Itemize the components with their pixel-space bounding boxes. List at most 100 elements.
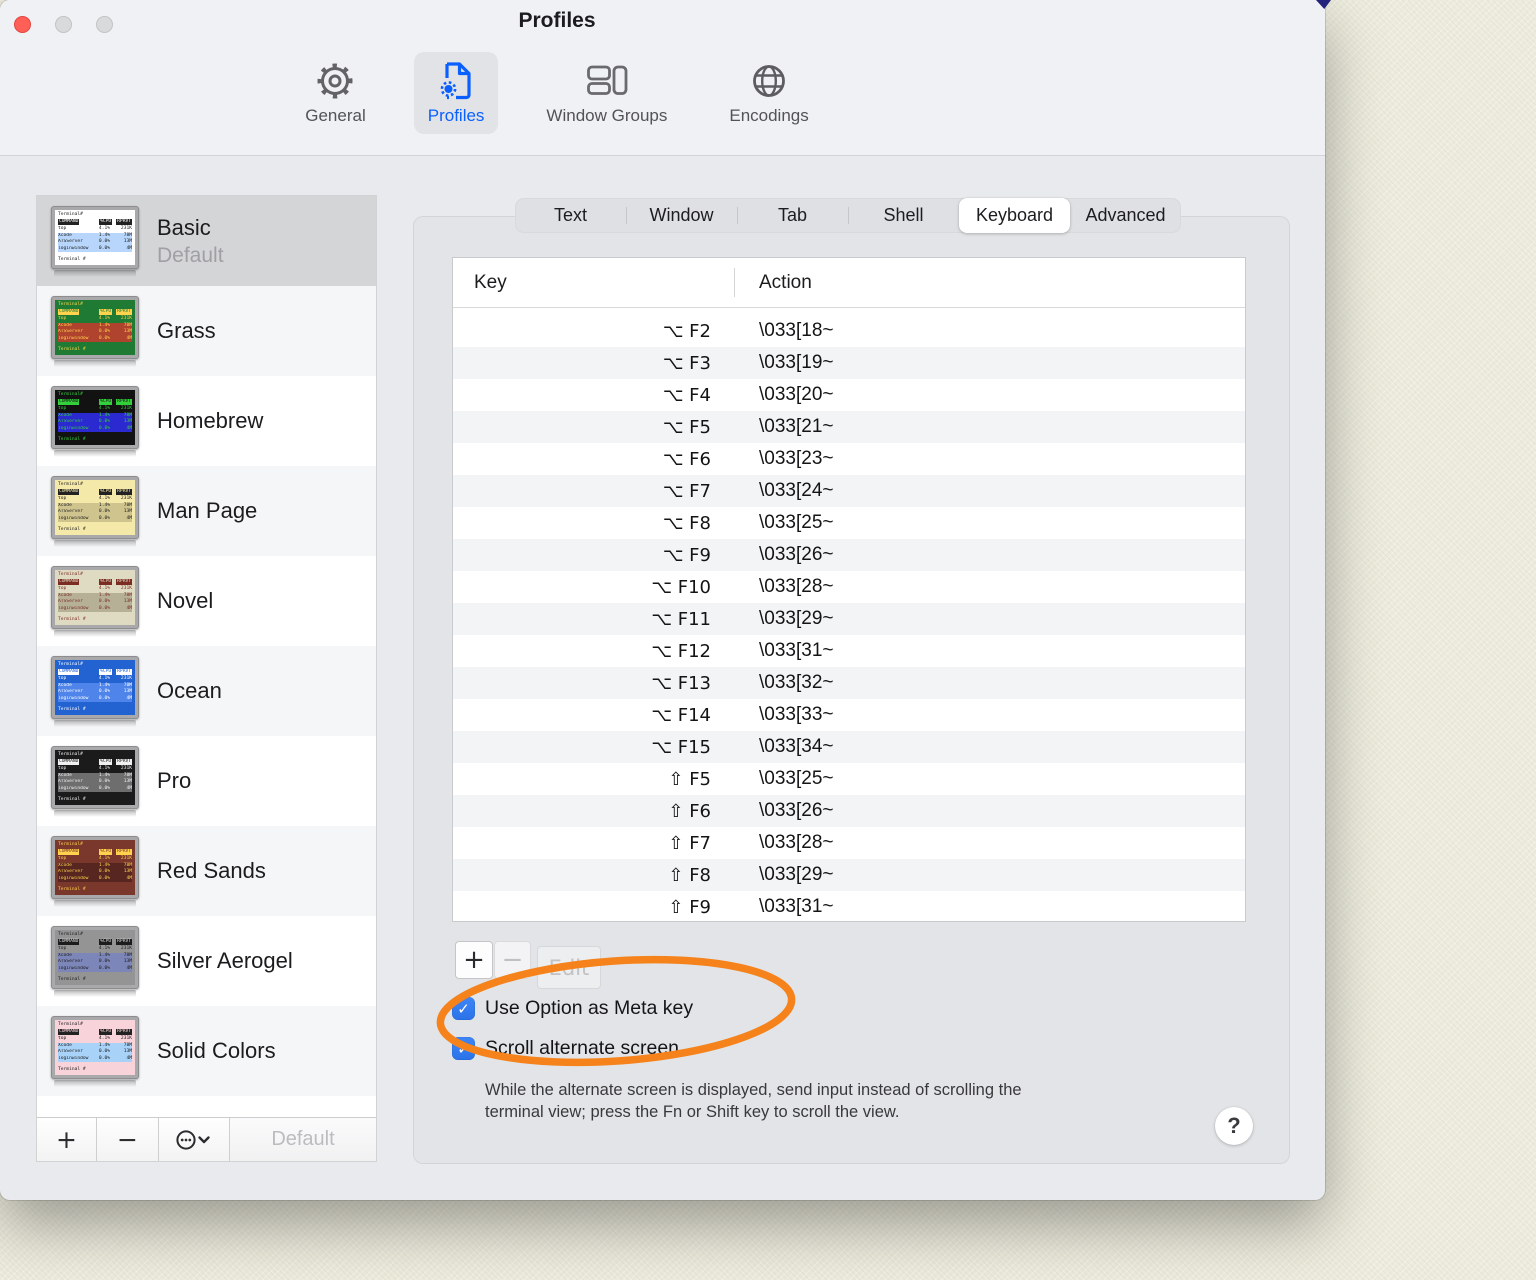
toolbar-item-general[interactable]: General — [291, 52, 379, 134]
toolbar-item-profiles[interactable]: Profiles — [413, 52, 499, 134]
scroll-alternate-screen-checkbox[interactable]: ✓ — [452, 1037, 475, 1060]
table-row[interactable]: ⌥ F3 \033[19~ — [453, 347, 1245, 379]
profile-thumbnail: Terminal# COMMAND %CPU RPRVT top 4.1% 231K… — [49, 925, 141, 997]
table-row[interactable]: ⌥ F13 \033[32~ — [453, 667, 1245, 699]
table-row[interactable]: ⌥ F15 \033[34~ — [453, 731, 1245, 763]
table-row[interactable]: ⌥ F2 \033[18~ — [453, 315, 1245, 347]
profile-name: Red Sands — [157, 858, 266, 883]
add-profile-button[interactable]: + — [37, 1118, 97, 1161]
key-cell: ⌥ F9 — [662, 544, 711, 566]
key-cell: ⌥ F11 — [651, 608, 711, 630]
action-cell: \033[29~ — [759, 864, 834, 885]
tab-advanced[interactable]: Advanced — [1070, 198, 1181, 233]
key-cell: ⌥ F2 — [662, 320, 711, 342]
preferences-window: Profiles General Profiles Window Groups … — [0, 0, 1325, 1200]
help-button[interactable]: ? — [1215, 1107, 1253, 1145]
thumbnail-reflection — [54, 269, 136, 277]
tab-shell[interactable]: Shell — [848, 198, 959, 233]
table-body: ⌥ F2 \033[18~ ⌥ F3 \033[19~ ⌥ F4 \033[20… — [453, 308, 1245, 923]
thumbnail-reflection — [54, 449, 136, 457]
action-cell: \033[23~ — [759, 448, 834, 469]
toolbar-item-window-groups[interactable]: Window Groups — [532, 52, 681, 134]
toolbar-item-label: Profiles — [427, 106, 485, 125]
sidebar-item-novel[interactable]: Terminal# COMMAND %CPU RPRVT top 4.1% 231K… — [37, 556, 376, 646]
profile-thumbnail: Terminal# COMMAND %CPU RPRVT top 4.1% 231K… — [49, 835, 141, 907]
column-header-action[interactable]: Action — [734, 272, 812, 294]
table-row[interactable]: ⌥ F11 \033[29~ — [453, 603, 1245, 635]
tab-keyboard[interactable]: Keyboard — [959, 198, 1070, 233]
key-cell: ⇧ F7 — [668, 832, 711, 854]
table-row[interactable]: ⇧ F7 \033[28~ — [453, 827, 1245, 859]
table-row[interactable]: ⇧ F6 \033[26~ — [453, 795, 1245, 827]
toolbar-item-encodings[interactable]: Encodings — [715, 52, 822, 134]
sidebar-item-grass[interactable]: Terminal# COMMAND %CPU RPRVT top 4.1% 231K… — [37, 286, 376, 376]
remove-key-button[interactable]: − — [494, 941, 531, 979]
sidebar-item-solid-colors[interactable]: Terminal# COMMAND %CPU RPRVT top 4.1% 231K… — [37, 1006, 376, 1096]
table-row[interactable]: ⇧ F8 \033[29~ — [453, 859, 1245, 891]
action-cell: \033[26~ — [759, 800, 834, 821]
key-cell: ⇧ F9 — [668, 896, 711, 918]
toolbar-item-label: General — [305, 106, 366, 125]
table-row[interactable]: ⌥ F4 \033[20~ — [453, 379, 1245, 411]
table-row[interactable]: ⌥ F6 \033[23~ — [453, 443, 1245, 475]
key-cell: ⌥ F6 — [662, 448, 711, 470]
scroll-alternate-checkbox-row: ✓ Scroll alternate screen — [452, 1037, 679, 1060]
sidebar-item-ocean[interactable]: Terminal# COMMAND %CPU RPRVT top 4.1% 231K… — [37, 646, 376, 736]
table-row[interactable]: ⌥ F9 \033[26~ — [453, 539, 1245, 571]
toolbar-item-label: Encodings — [729, 106, 809, 125]
sidebar-item-silver-aerogel[interactable]: Terminal# COMMAND %CPU RPRVT top 4.1% 231K… — [37, 916, 376, 1006]
table-row[interactable]: ⌥ F14 \033[33~ — [453, 699, 1245, 731]
more-options-button[interactable] — [159, 1118, 230, 1161]
sidebar-item-man-page[interactable]: Terminal# COMMAND %CPU RPRVT top 4.1% 231K… — [37, 466, 376, 556]
table-row[interactable]: ⇧ F9 \033[31~ — [453, 891, 1245, 923]
action-cell: \033[25~ — [759, 768, 834, 789]
action-cell: \033[28~ — [759, 832, 834, 853]
edit-key-button[interactable]: Edit — [537, 946, 601, 989]
more-options-icon — [175, 1129, 213, 1151]
thumbnail-reflection — [54, 809, 136, 817]
profile-name: Silver Aerogel — [157, 948, 293, 973]
profile-thumbnail: Terminal# COMMAND %CPU RPRVT top 4.1% 231K… — [49, 745, 141, 817]
profile-name: Novel — [157, 588, 214, 613]
sidebar-footer: + − Default — [37, 1117, 376, 1161]
remove-profile-button[interactable]: − — [97, 1118, 159, 1161]
action-cell: \033[28~ — [759, 576, 834, 597]
profile-thumbnail: Terminal# COMMAND %CPU RPRVT top 4.1% 231K… — [49, 475, 141, 547]
tab-tab[interactable]: Tab — [737, 198, 848, 233]
thumbnail-reflection — [54, 989, 136, 997]
sidebar-item-basic[interactable]: Terminal# COMMAND %CPU RPRVT top 4.1% 231K… — [37, 196, 376, 286]
thumbnail-reflection — [54, 899, 136, 907]
gear-icon — [312, 58, 358, 104]
table-row[interactable]: ⌥ F12 \033[31~ — [453, 635, 1245, 667]
use-option-as-meta-checkbox[interactable]: ✓ — [452, 997, 475, 1020]
tab-text[interactable]: Text — [515, 198, 626, 233]
key-cell: ⌥ F14 — [651, 704, 711, 726]
table-row[interactable]: ⇧ F5 \033[25~ — [453, 763, 1245, 795]
sidebar-item-pro[interactable]: Terminal# COMMAND %CPU RPRVT top 4.1% 231K… — [37, 736, 376, 826]
action-cell: \033[34~ — [759, 736, 834, 757]
profile-thumbnail: Terminal# COMMAND %CPU RPRVT top 4.1% 231K… — [49, 565, 141, 637]
action-cell: \033[31~ — [759, 640, 834, 661]
toolbar: General Profiles Window Groups Encodings — [0, 52, 1114, 134]
profile-name: Solid Colors — [157, 1038, 276, 1063]
table-row[interactable]: ⌥ F5 \033[21~ — [453, 411, 1245, 443]
column-header-key[interactable]: Key — [453, 272, 734, 294]
sidebar-item-red-sands[interactable]: Terminal# COMMAND %CPU RPRVT top 4.1% 231K… — [37, 826, 376, 916]
tab-window[interactable]: Window — [626, 198, 737, 233]
option-meta-checkbox-row: ✓ Use Option as Meta key — [452, 997, 693, 1020]
action-cell: \033[33~ — [759, 704, 834, 725]
key-cell: ⇧ F5 — [668, 768, 711, 790]
sidebar-item-homebrew[interactable]: Terminal# COMMAND %CPU RPRVT top 4.1% 231K… — [37, 376, 376, 466]
tab-label: Text — [553, 205, 587, 225]
profile-thumbnail: Terminal# COMMAND %CPU RPRVT top 4.1% 231K… — [49, 295, 141, 367]
action-cell: \033[19~ — [759, 352, 834, 373]
table-row[interactable]: ⌥ F10 \033[28~ — [453, 571, 1245, 603]
table-row[interactable]: ⌥ F7 \033[24~ — [453, 475, 1245, 507]
add-key-button[interactable]: + — [455, 941, 493, 979]
table-row[interactable]: ⌥ F8 \033[25~ — [453, 507, 1245, 539]
key-cell: ⌥ F3 — [662, 352, 711, 374]
checkbox-label: Use Option as Meta key — [485, 997, 694, 1019]
globe-icon — [746, 58, 792, 104]
tab-label: Keyboard — [975, 205, 1054, 225]
default-button[interactable]: Default — [230, 1118, 376, 1161]
